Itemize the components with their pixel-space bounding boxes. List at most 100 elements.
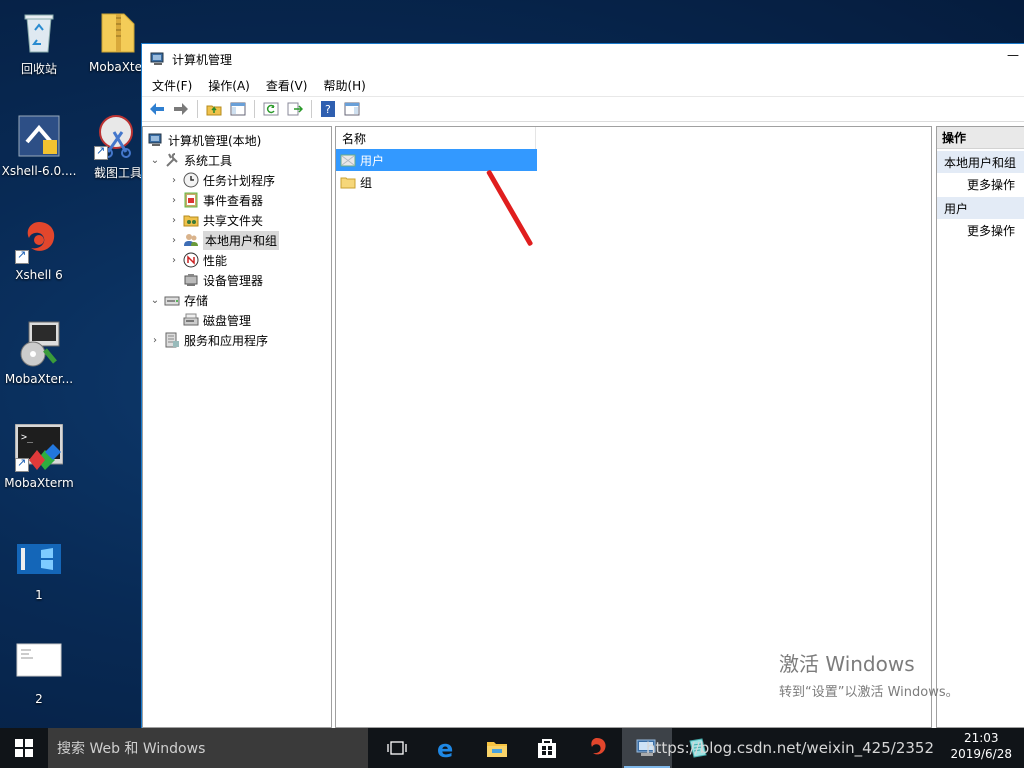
image-thumbnail-icon: [15, 536, 63, 584]
action-more-actions[interactable]: 更多操作: [937, 173, 1024, 195]
desktop-icon-image-1[interactable]: 1: [0, 536, 78, 602]
action-section-users[interactable]: 用户: [937, 197, 1024, 219]
taskbar-xshell[interactable]: [572, 728, 622, 768]
task-view-button[interactable]: [372, 728, 422, 768]
tree-item-label: 系统工具: [184, 153, 233, 168]
watermark-subtitle: 转到“设置”以激活 Windows。: [779, 685, 959, 700]
chevron-right-icon[interactable]: ›: [167, 193, 181, 207]
list-item-groups[interactable]: 组: [336, 171, 931, 193]
taskbar-edge[interactable]: e: [422, 728, 472, 768]
taskbar: 搜索 Web 和 Windows e https://blog.csdn.net…: [0, 728, 1024, 768]
desktop-icon-label: 回收站: [20, 62, 57, 76]
toolbar-separator: [311, 100, 312, 118]
tree-item-label: 磁盘管理: [203, 313, 252, 328]
chevron-right-icon[interactable]: ›: [148, 333, 162, 347]
title-bar[interactable]: 计算机管理 —: [142, 44, 1024, 74]
tree-item-label: 设备管理器: [203, 273, 264, 288]
tree-item-services-applications[interactable]: › 服务和应用程序: [143, 330, 331, 350]
action-section-local-users-groups[interactable]: 本地用户和组: [937, 151, 1024, 173]
forward-button[interactable]: [170, 99, 192, 119]
refresh-button[interactable]: [260, 99, 282, 119]
tree-item-performance[interactable]: › 性能: [143, 250, 331, 270]
chevron-right-icon[interactable]: ›: [167, 173, 181, 187]
tree-item-task-scheduler[interactable]: › 任务计划程序: [143, 170, 331, 190]
chevron-down-icon[interactable]: ⌄: [148, 153, 162, 167]
menu-action[interactable]: 操作(A): [200, 77, 258, 94]
svg-text:>_: >_: [21, 432, 34, 443]
desktop-icon-mobaxterm-installer[interactable]: MobaXter...: [0, 320, 78, 386]
back-button[interactable]: [146, 99, 168, 119]
svg-text:?: ?: [325, 103, 331, 116]
activation-watermark: 激活 Windows 转到“设置”以激活 Windows。: [779, 648, 959, 700]
xshell-icon: [591, 738, 606, 755]
chevron-right-icon[interactable]: ›: [167, 253, 181, 267]
taskbar-store[interactable]: [522, 728, 572, 768]
shortcut-arrow-icon: [94, 144, 108, 160]
window-title: 计算机管理: [172, 52, 233, 67]
result-pane: 名称 用户 组: [335, 126, 932, 728]
scissors-icon: [94, 112, 142, 160]
shared-folder-icon: [183, 212, 199, 228]
menu-file[interactable]: 文件(F): [144, 77, 200, 94]
actions-pane: 操作 本地用户和组 更多操作 用户 更多操作: [936, 126, 1024, 728]
event-viewer-icon: [183, 192, 199, 208]
help-button[interactable]: ?: [317, 99, 339, 119]
export-list-button[interactable]: [284, 99, 306, 119]
start-button[interactable]: [0, 728, 48, 768]
list-item-users[interactable]: 用户: [336, 149, 537, 171]
action-more-actions[interactable]: 更多操作: [937, 219, 1024, 241]
image-thumbnail-icon: [15, 640, 63, 688]
clock-time: 21:03: [963, 731, 999, 745]
menu-bar: 文件(F) 操作(A) 查看(V) 帮助(H): [142, 74, 1024, 96]
chevron-down-icon[interactable]: ⌄: [148, 293, 162, 307]
file-explorer-icon: [487, 742, 507, 757]
tree-item-disk-management[interactable]: 磁盘管理: [143, 310, 331, 330]
chevron-right-icon[interactable]: ›: [167, 213, 181, 227]
users-folder-icon: [340, 152, 356, 168]
actions-header: 操作: [937, 127, 1024, 149]
show-hide-tree-button[interactable]: [227, 99, 249, 119]
windows-logo-icon: [15, 739, 33, 757]
taskbar-search[interactable]: 搜索 Web 和 Windows: [48, 728, 368, 768]
tree-item-storage[interactable]: ⌄ 存储: [143, 290, 331, 310]
desktop-icon-label: MobaXter...: [4, 372, 74, 386]
list-item-label: 组: [360, 175, 373, 190]
performance-icon: [183, 252, 199, 268]
tree-item-system-tools[interactable]: ⌄ 系统工具: [143, 150, 331, 170]
desktop-icon-label: 2: [35, 692, 43, 706]
tree-item-label: 服务和应用程序: [184, 333, 269, 348]
toolbar-separator: [254, 100, 255, 118]
tree-item-shared-folders[interactable]: › 共享文件夹: [143, 210, 331, 230]
desktop-icon-mobaxterm[interactable]: >_ MobaXterm: [0, 423, 78, 490]
taskbar-file-explorer[interactable]: [472, 728, 522, 768]
computer-management-icon: [148, 132, 164, 148]
tree-item-computer-management[interactable]: 计算机管理(本地): [143, 130, 331, 150]
clock[interactable]: 21:03 2019/6/28: [950, 730, 1012, 762]
menu-view[interactable]: 查看(V): [258, 77, 316, 94]
minimize-button[interactable]: —: [1006, 49, 1020, 64]
shortcut-arrow-icon: [15, 456, 29, 472]
svg-text:e: e: [437, 736, 453, 760]
tree-item-device-manager[interactable]: 设备管理器: [143, 270, 331, 290]
desktop-icon-image-2[interactable]: 2: [0, 640, 78, 706]
toolbar-separator: [197, 100, 198, 118]
chevron-right-icon[interactable]: ›: [167, 233, 181, 247]
column-header-name[interactable]: 名称: [336, 127, 536, 149]
clock-icon: [183, 172, 199, 188]
up-folder-button[interactable]: [203, 99, 225, 119]
computer-management-window: 计算机管理 — 文件(F) 操作(A) 查看(V) 帮助(H) ? 计算机管理(…: [141, 43, 1024, 729]
mobaxterm-installer-icon: [15, 320, 63, 368]
desktop-icon-xshell6[interactable]: Xshell 6: [0, 216, 78, 282]
zip-folder-icon: [94, 8, 142, 56]
show-hide-action-pane-button[interactable]: [341, 99, 363, 119]
tree-item-local-users-groups[interactable]: › 本地用户和组: [143, 230, 331, 250]
menu-help[interactable]: 帮助(H): [315, 77, 373, 94]
desktop-icon-recycle-bin[interactable]: 回收站: [0, 8, 78, 77]
list-header: 名称: [336, 127, 931, 149]
desktop-icon-xshell-installer[interactable]: Xshell-6.0....: [0, 112, 78, 178]
desktop-icon-label: Xshell-6.0....: [1, 164, 77, 178]
overlay-url-text: https://blog.csdn.net/weixin_425/2352: [645, 739, 934, 757]
tree-item-event-viewer[interactable]: › 事件查看器: [143, 190, 331, 210]
tree-item-label: 计算机管理(本地): [168, 133, 262, 148]
